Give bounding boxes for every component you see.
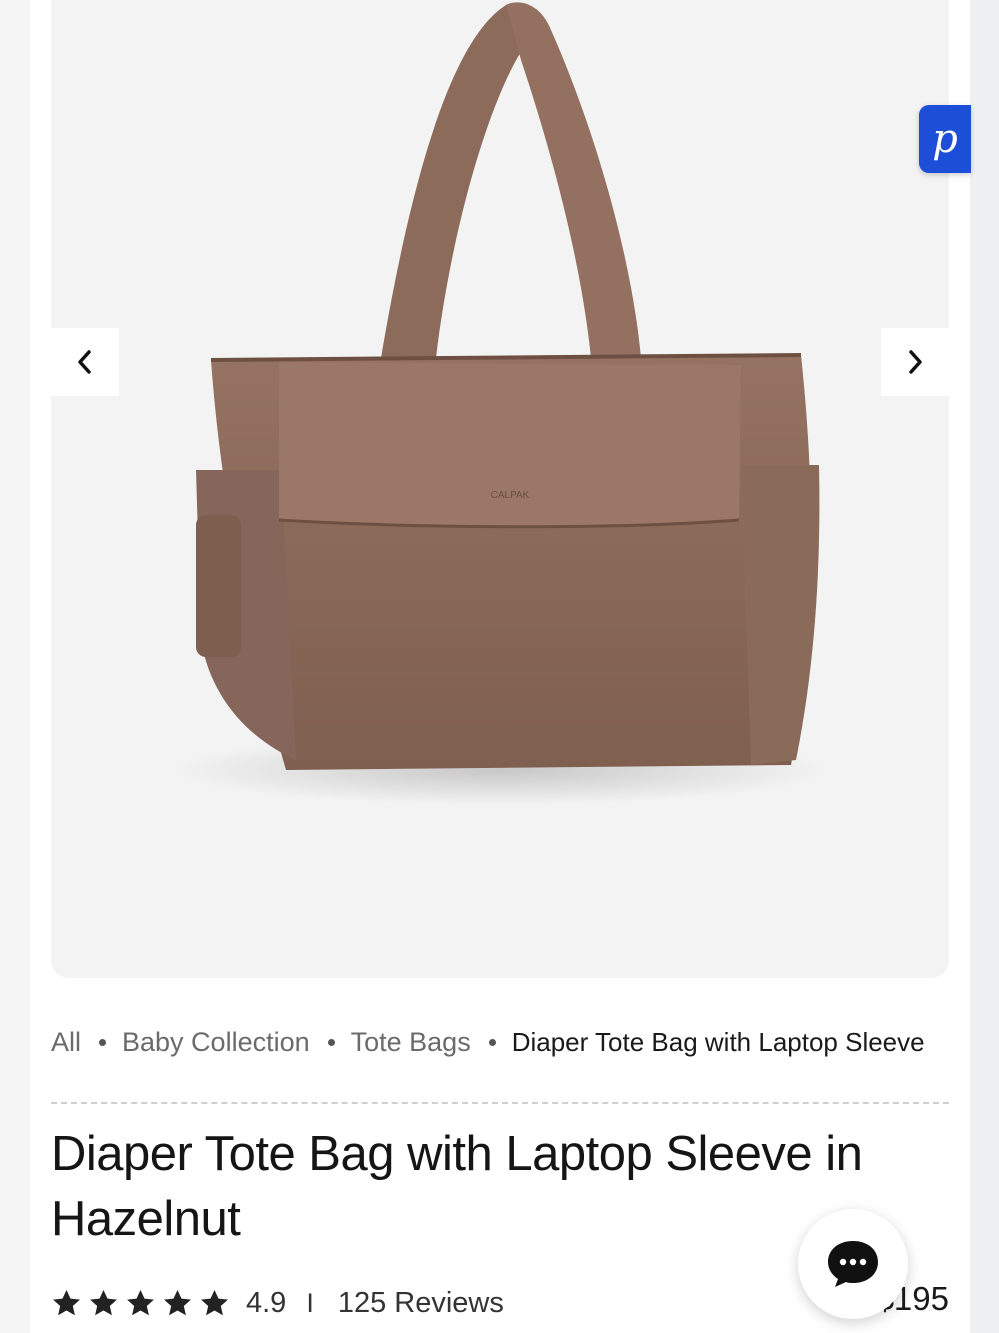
breadcrumb-item-tote-bags[interactable]: Tote Bags <box>351 1027 471 1058</box>
reviews-link[interactable]: 125 Reviews <box>338 1287 504 1320</box>
breadcrumb-separator <box>488 1038 496 1046</box>
chat-button[interactable] <box>798 1209 908 1319</box>
pay-badge-letter: p <box>932 116 958 162</box>
chevron-right-icon <box>909 350 922 374</box>
breadcrumb-separator <box>327 1038 335 1046</box>
previous-image-button[interactable] <box>51 328 119 396</box>
star-rating[interactable] <box>51 1288 230 1319</box>
breadcrumb-item-baby-collection[interactable]: Baby Collection <box>122 1027 310 1058</box>
star-icon <box>201 1289 228 1315</box>
chat-bubble-icon <box>828 1241 878 1287</box>
star-icon <box>127 1289 154 1315</box>
product-title: Diaper Tote Bag with Laptop Sleeve in Ha… <box>51 1127 863 1246</box>
pay-badge-button[interactable]: p <box>919 105 971 173</box>
product-image: CALPAK <box>170 2 830 805</box>
breadcrumb-item-all[interactable]: All <box>51 1027 81 1058</box>
rating-separator: I <box>306 1287 314 1318</box>
next-image-button[interactable] <box>881 328 949 396</box>
rating-value: 4.9 <box>246 1286 287 1319</box>
star-icon <box>53 1289 80 1315</box>
side-strip <box>970 0 999 1333</box>
brand-mark: CALPAK <box>491 490 530 501</box>
divider <box>51 1102 949 1104</box>
chevron-left-icon <box>78 350 91 374</box>
product-image-gallery[interactable]: CALPAK <box>51 0 949 978</box>
star-icon <box>164 1289 191 1315</box>
breadcrumb: All Baby Collection Tote Bags Diaper Tot… <box>51 1022 951 1062</box>
breadcrumb-separator <box>99 1038 107 1046</box>
star-icon <box>90 1289 117 1315</box>
breadcrumb-current: Diaper Tote Bag with Laptop Sleeve <box>511 1026 925 1057</box>
rating-row: 4.9 I 125 Reviews <box>51 1282 504 1324</box>
